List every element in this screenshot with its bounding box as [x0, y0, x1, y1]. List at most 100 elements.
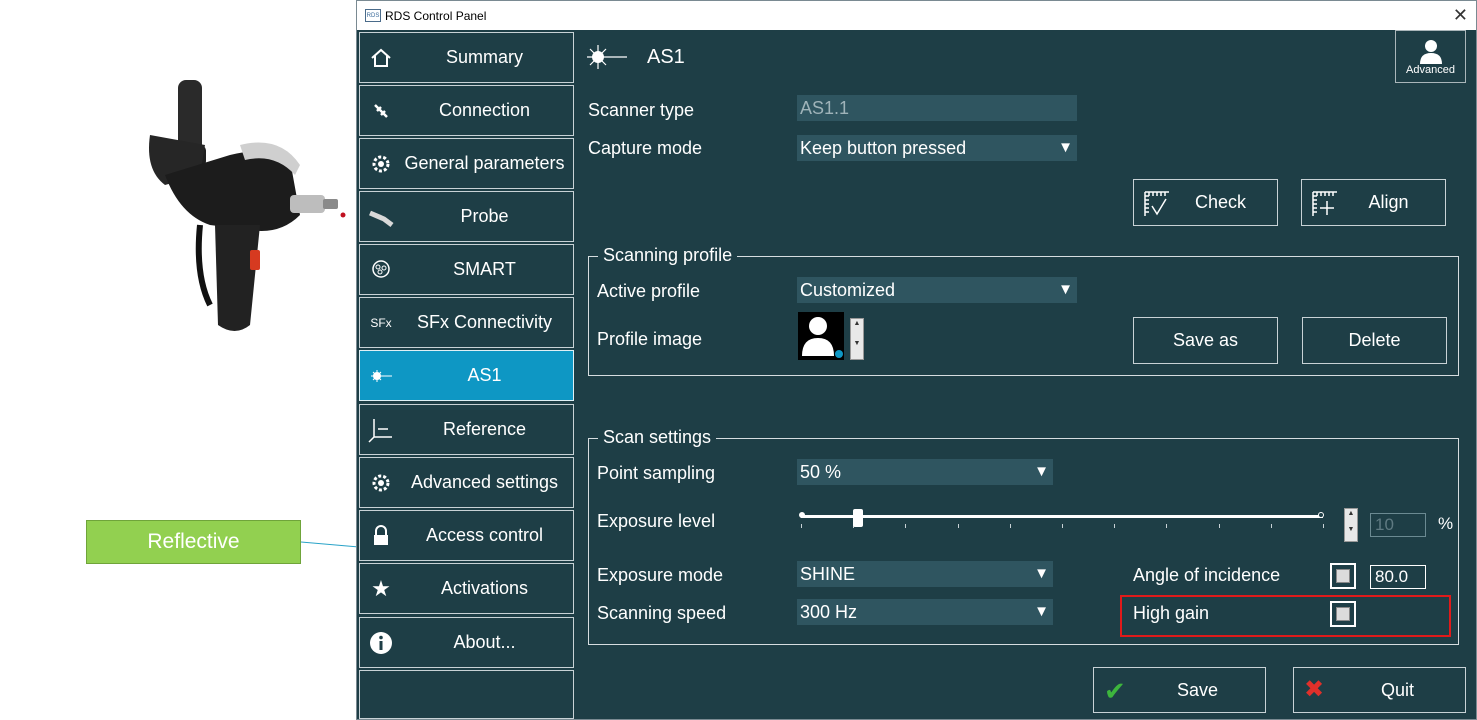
close-button[interactable]: ✕ — [1453, 5, 1468, 26]
dropdown-arrow-icon: ▼ — [1034, 599, 1049, 625]
spinner-down-icon[interactable]: ▼ — [851, 339, 863, 359]
check-mark-icon: ✔ — [1104, 676, 1126, 707]
dropdown-arrow-icon: ▼ — [1034, 561, 1049, 587]
slider-tick — [958, 524, 959, 528]
title-bar: RDS RDS Control Panel ✕ — [357, 1, 1476, 30]
point-sampling-value: 50 % — [800, 462, 841, 482]
scan-settings-title: Scan settings — [598, 427, 716, 448]
advanced-button[interactable]: Advanced — [1395, 30, 1466, 83]
x-mark-icon: ✖ — [1304, 675, 1324, 704]
capture-mode-label: Capture mode — [588, 138, 702, 159]
exposure-spinner[interactable]: ▲ ▼ — [1344, 508, 1358, 542]
slider-ticks — [801, 524, 1323, 530]
sidebar-item-access-control[interactable]: Access control — [359, 510, 574, 561]
sfx-icon: SFx — [368, 310, 394, 336]
sidebar-item-label: Activations — [400, 578, 569, 599]
align-button[interactable]: Align — [1301, 179, 1446, 226]
sidebar-item-sfx-connectivity[interactable]: SFx SFx Connectivity — [359, 297, 574, 348]
brain-icon — [368, 257, 394, 283]
sidebar-item-label: Access control — [400, 525, 569, 546]
dropdown-arrow-icon: ▼ — [1058, 135, 1073, 161]
slider-tick — [1271, 524, 1272, 528]
sidebar-item-label: Probe — [400, 206, 569, 227]
spinner-down-icon[interactable]: ▼ — [1345, 525, 1357, 541]
page-title: AS1 — [647, 46, 685, 69]
spinner-up-icon[interactable]: ▲ — [851, 319, 863, 339]
point-sampling-label: Point sampling — [597, 463, 715, 484]
scanner-type-label: Scanner type — [588, 100, 694, 121]
slider-tick — [801, 524, 802, 528]
sidebar-item-connection[interactable]: Connection — [359, 85, 574, 136]
capture-mode-value: Keep button pressed — [800, 138, 966, 158]
sidebar-item-label: AS1 — [400, 365, 569, 386]
exposure-mode-value: SHINE — [800, 564, 855, 584]
ruler-align-icon — [1310, 189, 1340, 219]
sidebar-item-probe[interactable]: Probe — [359, 191, 574, 242]
slider-thumb[interactable] — [853, 509, 863, 527]
sidebar-item-label: Reference — [400, 419, 569, 440]
sidebar-item-label: Connection — [400, 100, 569, 121]
highlight-box — [1120, 595, 1451, 637]
scanning-speed-select[interactable]: 300 Hz ▼ — [797, 599, 1053, 625]
scanning-speed-label: Scanning speed — [597, 603, 726, 624]
profile-image-label: Profile image — [597, 329, 702, 350]
save-as-button[interactable]: Save as — [1133, 317, 1278, 364]
sidebar-item-reference[interactable]: Reference — [359, 404, 574, 455]
profile-image[interactable] — [798, 312, 844, 360]
profile-image-spinner[interactable]: ▲ ▼ — [850, 318, 864, 360]
sidebar-item-label: About... — [400, 632, 569, 653]
probe-icon — [368, 204, 394, 230]
active-profile-value: Customized — [800, 280, 895, 300]
gear-icon — [368, 470, 394, 496]
laser-icon — [585, 42, 629, 72]
sidebar-item-advanced-settings[interactable]: Advanced settings — [359, 457, 574, 508]
exposure-value-field[interactable]: 10 — [1370, 513, 1426, 537]
sidebar: Summary Connection General parameters Pr… — [357, 30, 577, 719]
user-icon — [1418, 38, 1444, 64]
sidebar-item-about[interactable]: About... — [359, 617, 574, 668]
annotation-label: Reflective — [86, 520, 301, 564]
angle-of-incidence-checkbox[interactable] — [1330, 563, 1356, 589]
point-sampling-select[interactable]: 50 % ▼ — [797, 459, 1053, 485]
sidebar-item-general-parameters[interactable]: General parameters — [359, 138, 574, 189]
active-profile-select[interactable]: Customized ▼ — [797, 277, 1077, 303]
exposure-mode-select[interactable]: SHINE ▼ — [797, 561, 1053, 587]
slider-max-dot — [1318, 512, 1324, 518]
sidebar-item-label: SMART — [400, 259, 569, 280]
lock-icon — [368, 523, 394, 549]
save-label: Save — [1177, 680, 1218, 701]
sidebar-item-smart[interactable]: SMART — [359, 244, 574, 295]
active-profile-label: Active profile — [597, 281, 700, 302]
window-title: RDS Control Panel — [385, 9, 486, 23]
control-panel-window: RDS RDS Control Panel ✕ Summary Connecti… — [356, 0, 1477, 720]
app-icon: RDS — [365, 9, 381, 22]
slider-tick — [1114, 524, 1115, 528]
gear-icon — [368, 151, 394, 177]
delete-button[interactable]: Delete — [1302, 317, 1447, 364]
client-area: Summary Connection General parameters Pr… — [357, 30, 1476, 719]
star-icon: ★ — [368, 576, 394, 602]
slider-min-dot — [799, 512, 805, 518]
scanner-type-field: AS1.1 — [797, 95, 1077, 121]
slider-tick — [1010, 524, 1011, 528]
slider-tick — [1166, 524, 1167, 528]
quit-label: Quit — [1381, 680, 1414, 701]
save-button[interactable]: ✔ Save — [1093, 667, 1266, 713]
sidebar-item-summary[interactable]: Summary — [359, 32, 574, 83]
quit-button[interactable]: ✖ Quit — [1293, 667, 1466, 713]
angle-value-field[interactable]: 80.0 — [1370, 565, 1426, 589]
advanced-label: Advanced — [1406, 64, 1455, 76]
spinner-up-icon[interactable]: ▲ — [1345, 509, 1357, 525]
capture-mode-select[interactable]: Keep button pressed ▼ — [797, 135, 1077, 161]
exposure-slider[interactable] — [801, 510, 1323, 530]
slider-tick — [1323, 524, 1324, 528]
angle-of-incidence-label: Angle of incidence — [1133, 565, 1280, 586]
sidebar-item-label: General parameters — [400, 153, 569, 174]
sidebar-item-as1[interactable]: AS1 — [359, 350, 574, 401]
sidebar-item-label: SFx Connectivity — [400, 312, 569, 333]
sidebar-item-activations[interactable]: ★ Activations — [359, 563, 574, 614]
info-icon — [368, 630, 394, 656]
check-button[interactable]: Check — [1133, 179, 1278, 226]
axes-icon — [368, 417, 394, 443]
dropdown-arrow-icon: ▼ — [1058, 277, 1073, 303]
